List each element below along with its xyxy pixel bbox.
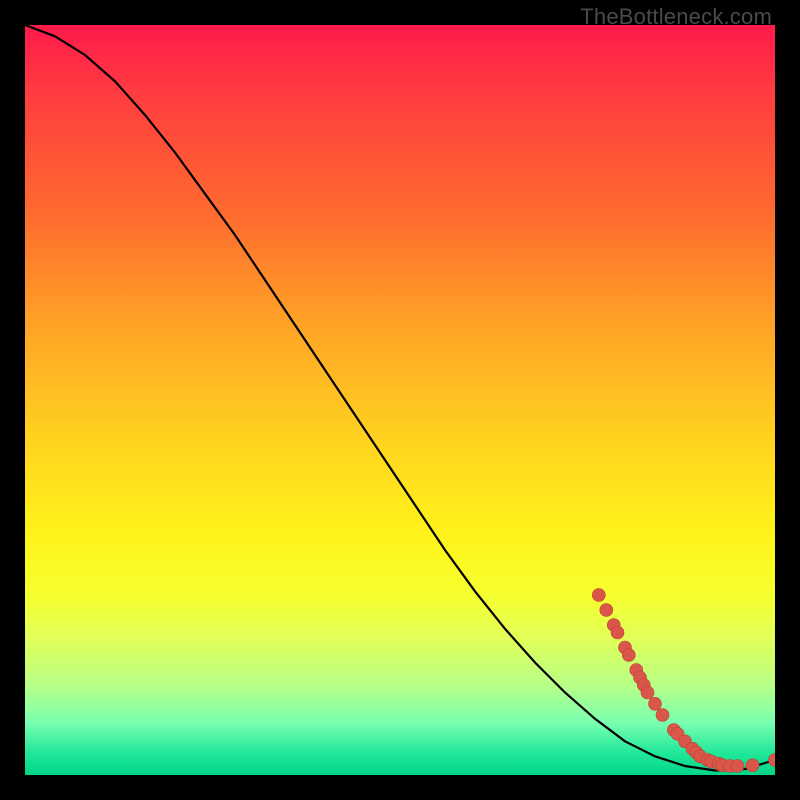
data-marker (649, 697, 662, 710)
data-marker (592, 589, 605, 602)
data-marker (769, 754, 776, 767)
data-marker (641, 686, 654, 699)
data-marker (656, 709, 669, 722)
data-markers (592, 589, 775, 773)
plot-area (25, 25, 775, 775)
bottleneck-curve (25, 25, 775, 771)
data-marker (731, 760, 744, 773)
data-marker (600, 604, 613, 617)
chart-svg (25, 25, 775, 775)
data-marker (746, 759, 759, 772)
chart-frame: TheBottleneck.com (0, 0, 800, 800)
data-marker (611, 626, 624, 639)
data-marker (622, 649, 635, 662)
